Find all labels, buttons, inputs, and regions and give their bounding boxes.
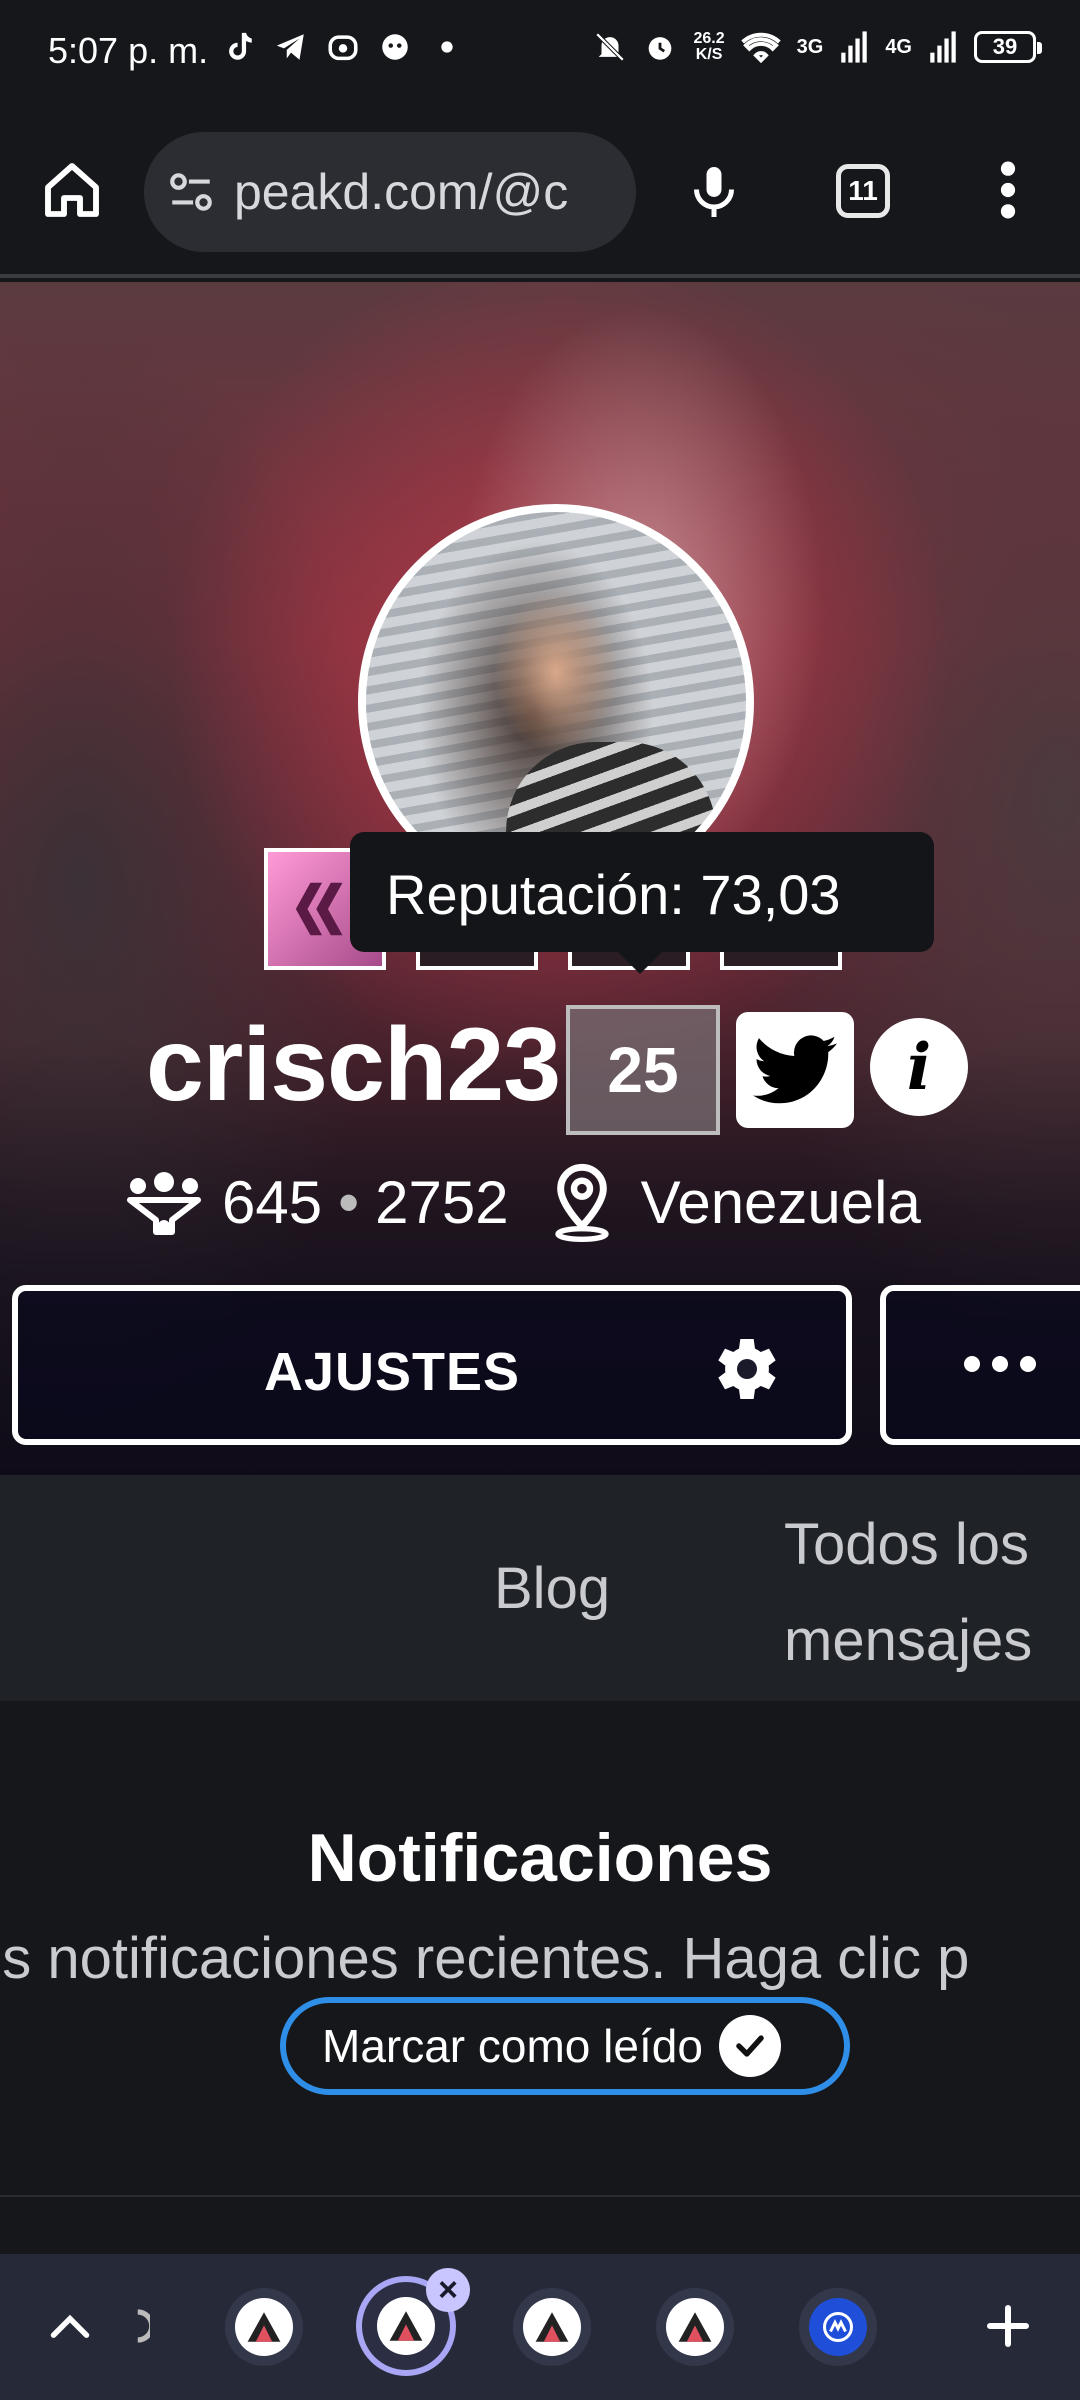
status-bar: 5:07 p. m. 26.2 K/S 3G 4G 39	[0, 0, 1080, 110]
notifications-description: us notificaciones recientes. Haga clic p	[0, 1926, 970, 1991]
status-time: 5:07 p. m.	[48, 30, 209, 71]
signal-4g: 4G	[885, 35, 912, 58]
wifi-icon	[740, 32, 781, 64]
peakd-icon	[247, 2312, 281, 2342]
tab-blog[interactable]: Blog	[494, 1555, 610, 1622]
tooltip-text: Reputación: 73,03	[386, 863, 841, 926]
more-horiz-icon	[964, 1356, 1036, 1372]
settings-button-label: AJUSTES	[264, 1342, 521, 1402]
close-icon[interactable]: ×	[426, 2268, 470, 2312]
chevron-up-icon[interactable]	[48, 2306, 92, 2346]
info-icon[interactable]: i	[870, 1018, 968, 1116]
tab-switcher-button[interactable]: 11	[836, 164, 890, 218]
following-count[interactable]: 2752	[375, 1168, 508, 1237]
tab-blue-site[interactable]	[799, 2288, 877, 2366]
app-icon	[328, 35, 358, 61]
tiktok-icon	[229, 32, 252, 60]
net-speed: 26.2 K/S	[693, 30, 725, 63]
settings-button[interactable]: AJUSTES	[12, 1285, 852, 1445]
check-icon	[718, 2015, 781, 2077]
stats-separator: •	[338, 1168, 360, 1236]
telegram-icon	[276, 34, 304, 60]
twitter-button[interactable]	[736, 1012, 854, 1128]
tab-peakd-3[interactable]	[513, 2288, 591, 2366]
more-options-button[interactable]	[880, 1285, 1080, 1445]
signal-bars-icon	[841, 31, 868, 63]
location-pin-icon	[554, 1163, 609, 1242]
url-bar[interactable]: peakd.com/@c	[144, 132, 636, 252]
profile-stats: 645 • 2752 Venezuela	[124, 1162, 921, 1242]
tune-icon[interactable]	[166, 167, 216, 217]
url-text: peakd.com/@c	[234, 164, 569, 220]
profile-tabs: Blog Todos los mensajes	[0, 1475, 1080, 1701]
gear-icon	[718, 1339, 776, 1399]
plus-icon[interactable]	[984, 2302, 1032, 2350]
site-icon	[823, 2312, 853, 2342]
peakd-icon	[389, 2311, 423, 2341]
reputation-tooltip: Reputación: 73,03	[350, 832, 934, 974]
mic-icon[interactable]	[684, 160, 744, 224]
tab-all-posts[interactable]: Todos los mensajes	[784, 1497, 1032, 1689]
location-text: Venezuela	[640, 1168, 921, 1236]
username: crisch23	[146, 1007, 561, 1123]
dot-icon	[441, 41, 453, 53]
system-status: 26.2 K/S 3G 4G 39	[593, 30, 1042, 64]
peakd-icon	[678, 2312, 712, 2342]
peakd-icon	[535, 2312, 569, 2342]
twitter-icon	[753, 1035, 837, 1104]
tab-peakd-4[interactable]	[656, 2288, 734, 2366]
signal-3g: 3G	[796, 35, 824, 58]
reputation-badge[interactable]: 25	[566, 1005, 720, 1135]
followers-icon	[127, 1172, 201, 1235]
followers-count[interactable]: 645	[222, 1168, 322, 1237]
alarm-icon	[649, 37, 672, 60]
home-icon[interactable]	[40, 158, 104, 222]
mute-bell-icon	[596, 32, 625, 62]
signal-bars-icon	[930, 31, 956, 63]
mark-as-read-label: Marcar como leído	[322, 2020, 703, 2072]
more-vert-icon[interactable]	[990, 158, 1026, 222]
notifications-title: Notificaciones	[307, 1820, 773, 1896]
notifications-panel: Notificaciones us notificaciones recient…	[0, 1701, 1080, 2197]
tab-strip: ×	[0, 2254, 1080, 2400]
mark-as-read-button[interactable]: Marcar como leído	[280, 1997, 850, 2095]
tab-peakd-1[interactable]	[225, 2288, 303, 2366]
notification-icons	[222, 30, 464, 64]
game-icon	[382, 34, 408, 60]
tab-fragment	[137, 2309, 150, 2343]
browser-toolbar: peakd.com/@c 11	[0, 110, 1080, 278]
battery-indicator: 39	[974, 31, 1042, 63]
